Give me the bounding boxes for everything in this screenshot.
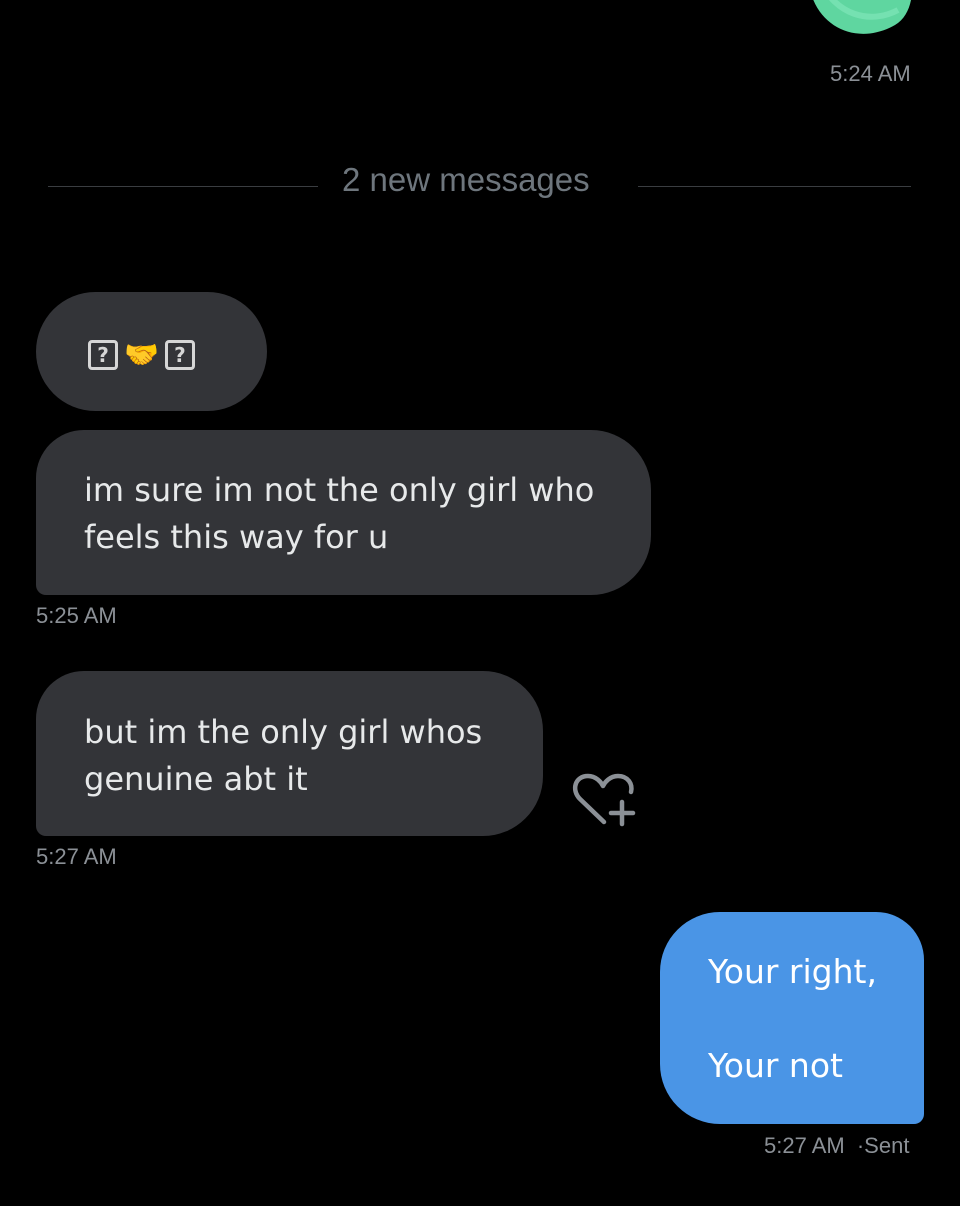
message-timestamp: 5:25 AM	[36, 603, 117, 628]
divider-line-left	[48, 186, 318, 187]
message-text-line: Your right,	[708, 952, 877, 991]
outgoing-message-bubble[interactable]: Your right, Your not	[660, 912, 924, 1124]
incoming-message-bubble[interactable]: im sure im not the only girl who feels t…	[36, 430, 651, 595]
incoming-message-bubble[interactable]: ? 🤝 ?	[36, 292, 267, 411]
new-messages-divider: 2 new messages	[342, 161, 590, 198]
message-timestamp: 5:24 AM	[830, 61, 911, 86]
message-timestamp: 5:27 AM	[36, 844, 117, 869]
handshake-emoji: 🤝	[124, 338, 159, 371]
green-sticker-icon	[813, 0, 911, 34]
add-reaction-button[interactable]	[570, 772, 636, 830]
unknown-glyph-icon: ?	[88, 340, 118, 370]
incoming-message-bubble[interactable]: but im the only girl whos genuine abt it	[36, 671, 543, 836]
message-text-line: feels this way for u	[84, 518, 389, 556]
message-text-line: genuine abt it	[84, 760, 308, 798]
unknown-glyph-icon: ?	[164, 340, 195, 370]
sent-status: 5:27 AM ·Sent	[764, 1133, 909, 1159]
message-timestamp: 5:27 AM	[764, 1133, 845, 1158]
message-text-line: Your not	[708, 1046, 843, 1085]
message-text-line: im sure im not the only girl who	[84, 471, 595, 509]
sticker-image[interactable]	[800, 0, 920, 42]
divider-line-right	[638, 186, 911, 187]
message-text-line: but im the only girl whos	[84, 713, 483, 751]
heart-plus-icon	[572, 773, 636, 827]
emoji-row: ? 🤝 ?	[88, 340, 267, 370]
sent-label: Sent	[864, 1133, 910, 1158]
